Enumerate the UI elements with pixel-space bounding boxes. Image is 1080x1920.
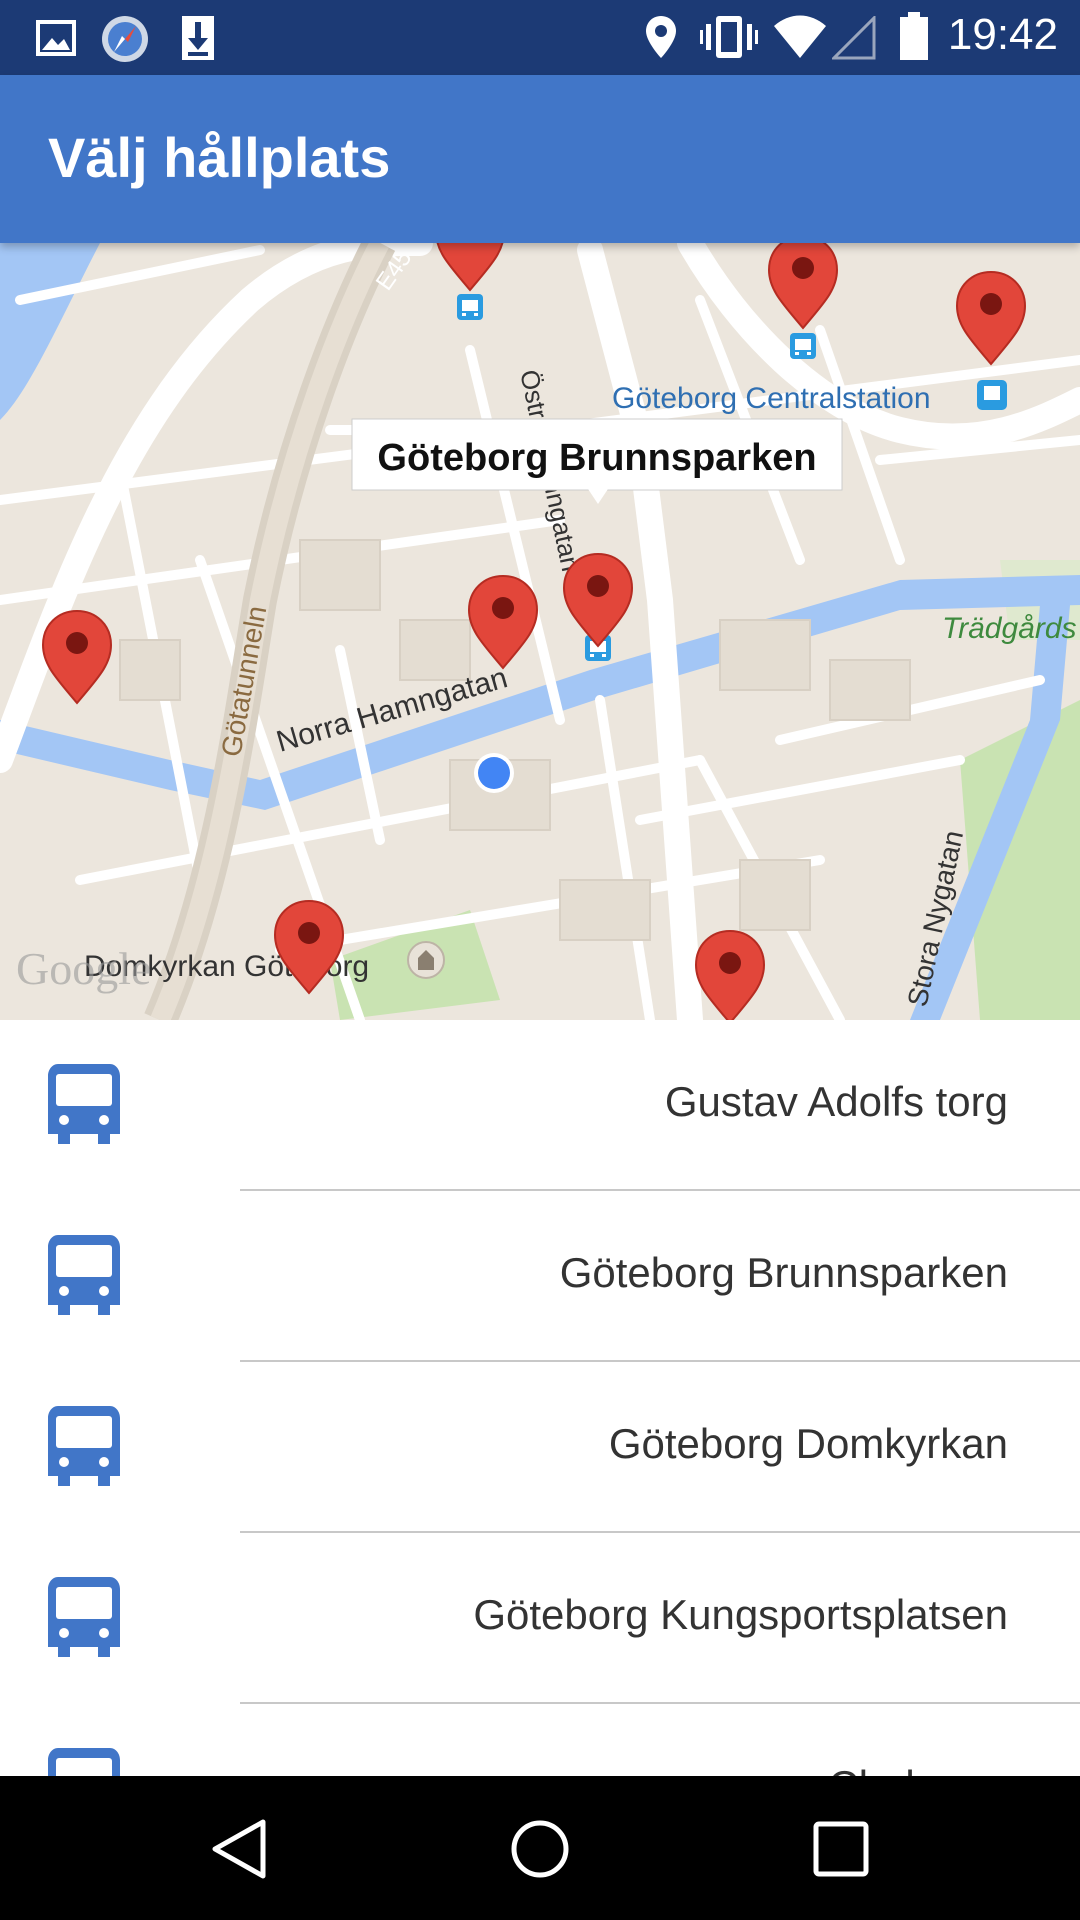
list-item[interactable]: Göteborg Kungsportsplatsen [0, 1533, 1080, 1704]
bus-icon [48, 1577, 120, 1657]
compass-icon [102, 16, 148, 62]
list-item[interactable]: Göteborg Brunnsparken [0, 1191, 1080, 1362]
download-icon [182, 16, 214, 60]
map-label-centralstation: Göteborg Centralstation [612, 382, 931, 415]
app-bar: Välj hållplats [0, 75, 1080, 243]
clock: 19:42 [947, 10, 1058, 59]
battery-icon [900, 12, 928, 60]
back-icon[interactable] [207, 1816, 273, 1882]
map-label-tradgard: Trädgårds [942, 612, 1077, 645]
bus-icon [48, 1064, 120, 1144]
bus-icon [48, 1235, 120, 1315]
home-icon[interactable] [507, 1816, 573, 1882]
status-bar: 19:42 [0, 0, 1080, 75]
location-icon [646, 16, 676, 58]
vibrate-icon [700, 16, 758, 58]
map-view[interactable]: Göteborg Centralstation Trädgårds Norra … [0, 243, 1080, 1020]
wifi-icon [774, 15, 826, 58]
page-title: Välj hållplats [48, 126, 391, 189]
google-logo: Google [16, 943, 151, 994]
stop-name: Chalmers [828, 1762, 1008, 1776]
list-item[interactable]: Göteborg Domkyrkan [0, 1362, 1080, 1533]
signal-icon [832, 16, 876, 60]
image-icon [36, 20, 76, 56]
stop-name: Gustav Adolfs torg [664, 1078, 1008, 1125]
navigation-bar [0, 1776, 1080, 1920]
recents-icon[interactable] [808, 1816, 874, 1882]
info-window-title: Göteborg Brunnsparken [377, 437, 816, 479]
bus-icon [48, 1406, 120, 1486]
stop-name: Göteborg Domkyrkan [608, 1420, 1008, 1467]
stop-list[interactable]: Gustav Adolfs torg Göteborg Brunnsparken… [0, 1020, 1080, 1776]
bus-icon [48, 1748, 120, 1776]
list-item[interactable]: Chalmers [0, 1704, 1080, 1776]
stop-name: Göteborg Kungsportsplatsen [473, 1591, 1008, 1638]
list-item[interactable]: Gustav Adolfs torg [0, 1020, 1080, 1191]
stop-name: Göteborg Brunnsparken [559, 1249, 1008, 1296]
